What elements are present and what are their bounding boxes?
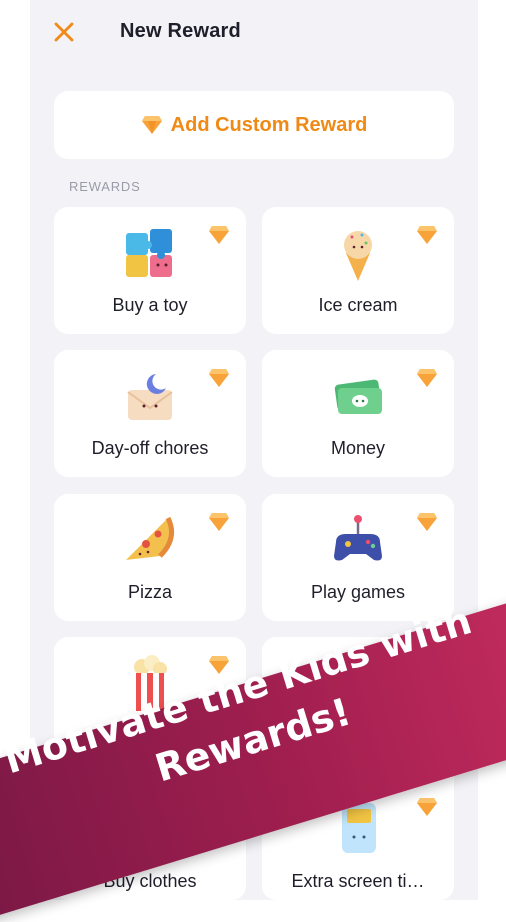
close-icon [54, 22, 74, 42]
gem-icon [209, 226, 229, 244]
header: New Reward [30, 0, 478, 64]
puzzle-icon [126, 229, 172, 277]
gem-icon [417, 369, 437, 387]
reward-card-buy-a-toy[interactable]: Buy a toy [54, 207, 246, 334]
add-custom-reward-label: Add Custom Reward [170, 113, 368, 136]
reward-card-pizza[interactable]: Pizza [54, 494, 246, 621]
reward-card-ice-cream[interactable]: Ice cream [262, 207, 454, 334]
reward-name: Extra screen ti… [291, 871, 425, 891]
money-icon [334, 379, 382, 414]
gamepad-icon [334, 515, 382, 561]
gem-icon [417, 798, 437, 816]
gem-icon [209, 369, 229, 387]
pizza-icon [126, 516, 175, 560]
rewards-section-label: REWARDS [69, 179, 141, 194]
envelope-moon-icon [127, 374, 173, 420]
page-title: New Reward [120, 20, 241, 42]
reward-card-day-off-chores[interactable]: Day-off chores [54, 350, 246, 477]
reward-name: Buy a toy [112, 295, 188, 315]
reward-name: Ice cream [318, 295, 398, 315]
gem-icon [417, 513, 437, 531]
close-button[interactable] [50, 18, 78, 46]
reward-name: Money [330, 438, 386, 458]
gem-icon [209, 513, 229, 531]
ice-cream-icon [344, 231, 372, 281]
reward-name: Day-off chores [91, 438, 209, 458]
gem-icon [417, 226, 437, 244]
reward-card-money[interactable]: Money [262, 350, 454, 477]
gem-icon [141, 116, 162, 134]
add-custom-reward-button[interactable]: Add Custom Reward [54, 91, 454, 159]
reward-name: Pizza [127, 582, 172, 602]
